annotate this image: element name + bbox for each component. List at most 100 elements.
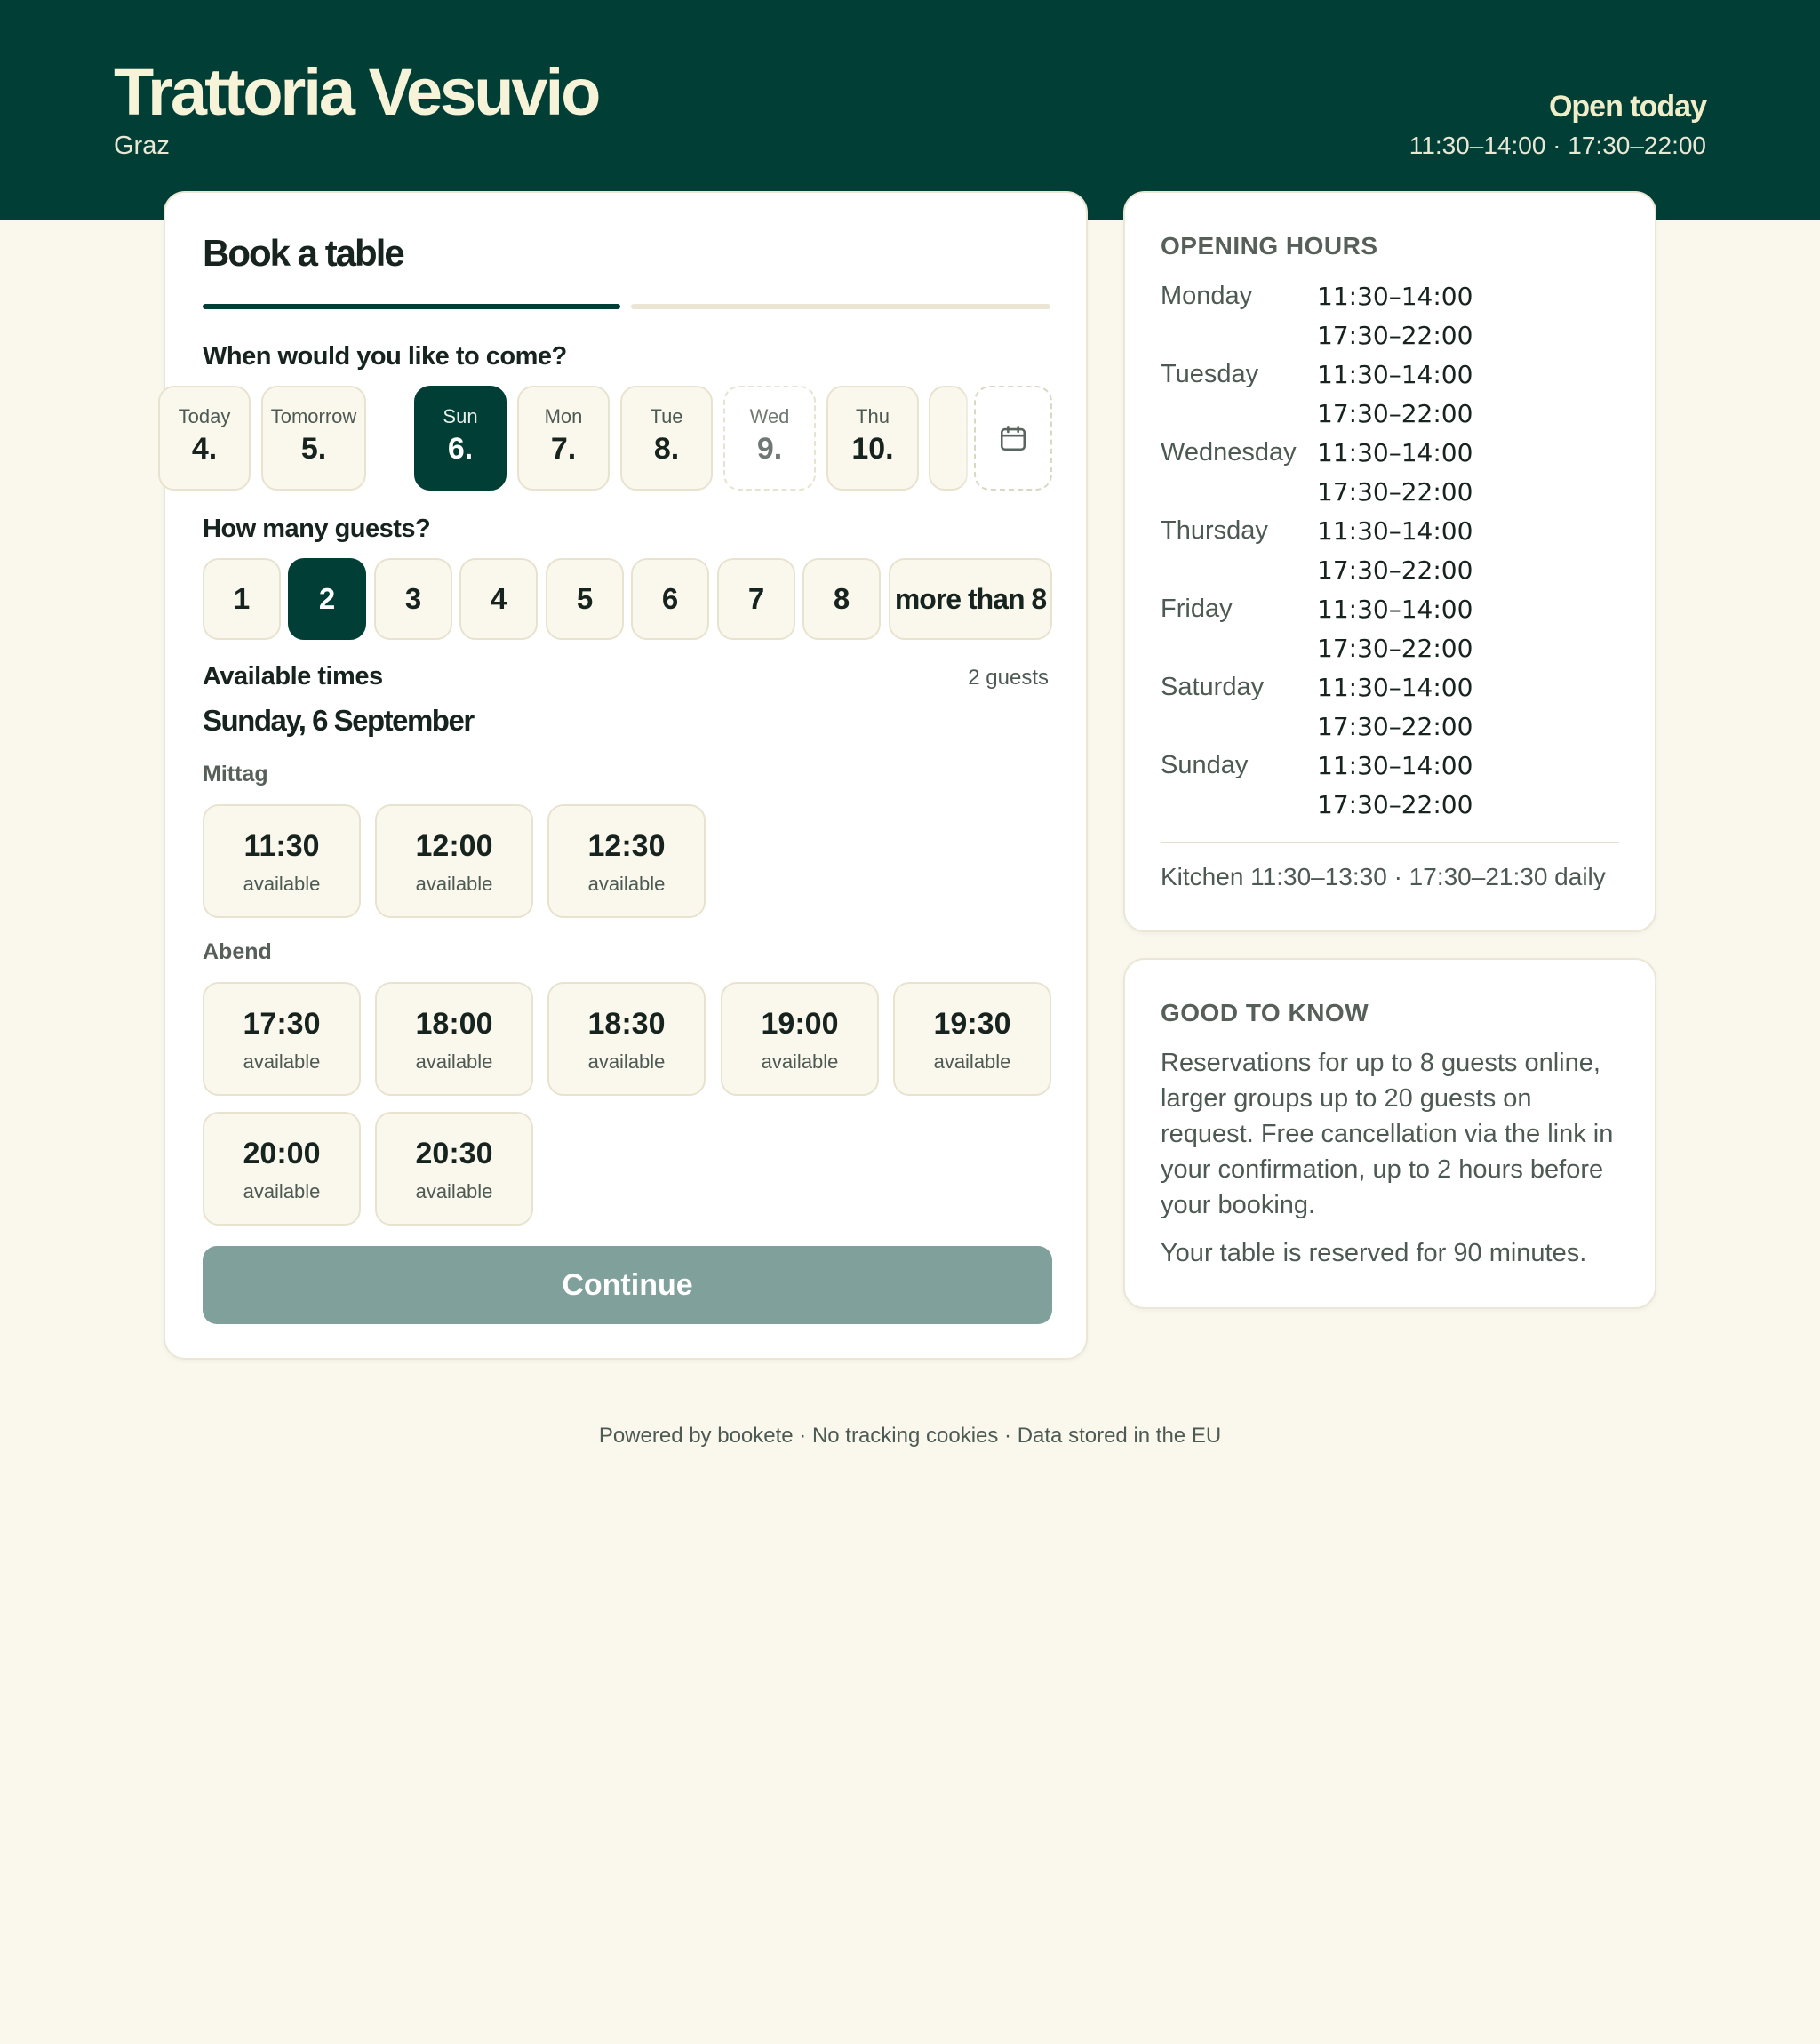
date-question: When would you like to come? (203, 342, 567, 371)
date-scroll-fade (963, 386, 974, 491)
calendar-icon (1000, 425, 1026, 451)
slot-time: 17:30 (243, 1007, 321, 1041)
period-label-abend: Abend (203, 939, 272, 964)
hours-lunch: 11:30–14:00 (1317, 516, 1473, 546)
slot-status: available (933, 1050, 1011, 1073)
date-chip-number: 10. (851, 432, 894, 466)
hours-day: Sunday (1161, 751, 1249, 779)
progress-step-1 (203, 304, 620, 309)
time-slot[interactable]: 19:30 available (893, 982, 1051, 1096)
reservation-duration-text: Your table is reserved for 90 minutes. (1161, 1239, 1587, 1267)
date-chip-day: Wed (749, 405, 790, 427)
date-chip-day: Sun (443, 405, 478, 427)
progress-step-2 (631, 304, 1050, 309)
hours-dinner: 17:30–22:00 (1317, 712, 1473, 741)
time-slot[interactable]: 19:00 available (721, 982, 879, 1096)
date-chip-day: Today (178, 405, 231, 427)
available-times-title: Available times (203, 662, 383, 691)
hours-row-friday: Friday 11:30–14:00 17:30–22:00 (1161, 595, 1623, 673)
hours-row-monday: Monday 11:30–14:00 17:30–22:00 (1161, 282, 1623, 360)
time-slot[interactable]: 20:00 available (203, 1112, 361, 1226)
hours-dinner: 17:30–22:00 (1317, 555, 1473, 585)
slot-time: 18:00 (415, 1007, 493, 1041)
good-to-know-heading: GOOD TO KNOW (1161, 999, 1369, 1026)
opening-hours-heading: OPENING HOURS (1161, 232, 1378, 259)
slot-status: available (761, 1050, 839, 1073)
hours-lunch: 11:30–14:00 (1317, 595, 1473, 624)
slot-time: 11:30 (243, 829, 320, 863)
guest-option-8[interactable]: 8 (802, 558, 881, 640)
kitchen-hours-note: Kitchen 11:30–13:30 · 17:30–21:30 daily (1161, 863, 1606, 890)
date-chip-day: Tomorrow (270, 405, 357, 427)
time-slot[interactable]: 12:00 available (375, 804, 533, 918)
time-slot[interactable]: 18:00 available (375, 982, 533, 1096)
guest-option-7[interactable]: 7 (717, 558, 795, 640)
site-header: Trattoria Vesuvio Graz Open today 11:30–… (0, 0, 1820, 220)
slot-status: available (243, 1050, 321, 1073)
guest-option-1[interactable]: 1 (203, 558, 281, 640)
time-slot[interactable]: 11:30 available (203, 804, 361, 918)
slot-time: 19:00 (761, 1007, 839, 1041)
opening-hours-card: OPENING HOURS Monday 11:30–14:00 17:30–2… (1123, 191, 1656, 932)
slot-status: available (243, 873, 321, 895)
hours-row-wednesday: Wednesday 11:30–14:00 17:30–22:00 (1161, 438, 1623, 516)
selected-date-heading: Sunday, 6 September (203, 704, 475, 737)
guest-option-4[interactable]: 4 (459, 558, 538, 640)
date-chip-day: Mon (544, 405, 583, 427)
hours-day: Thursday (1161, 516, 1268, 545)
continue-button[interactable]: Continue (203, 1246, 1052, 1324)
date-chip-number: 4. (191, 432, 218, 466)
date-chip-wed: Wed 9. (723, 386, 816, 491)
date-chip-tue[interactable]: Tue 8. (620, 386, 713, 491)
hours-dinner: 17:30–22:00 (1317, 634, 1473, 663)
restaurant-city: Graz (114, 132, 170, 160)
date-chip-fri[interactable]: F 1 (929, 386, 968, 491)
period-label-mittag: Mittag (203, 762, 268, 786)
guests-summary: 2 guests (968, 666, 1049, 690)
good-to-know-card: GOOD TO KNOW Reservations for up to 8 gu… (1123, 958, 1656, 1309)
calendar-button[interactable] (974, 386, 1052, 491)
guests-question: How many guests? (203, 515, 431, 543)
date-chip-number: 7. (550, 432, 577, 466)
slot-status: available (415, 1050, 493, 1073)
date-chip-number: 8. (653, 432, 680, 466)
reservation-policy-text: Reservations for up to 8 guests online, … (1161, 1049, 1614, 1219)
slot-status: available (415, 1180, 493, 1202)
date-chip-tomorrow[interactable]: Tomorrow 5. (261, 386, 366, 491)
guest-option-6[interactable]: 6 (631, 558, 709, 640)
restaurant-name: Trattoria Vesuvio (114, 55, 601, 129)
open-status: Open today (1548, 90, 1707, 124)
date-chip-thu[interactable]: Thu 10. (826, 386, 919, 491)
slot-status: available (587, 1050, 666, 1073)
slot-time: 12:30 (587, 829, 666, 863)
slot-time: 12:00 (415, 829, 493, 863)
date-chip-day: Tue (650, 405, 683, 427)
hours-dinner: 17:30–22:00 (1317, 399, 1473, 428)
date-chip-mon[interactable]: Mon 7. (517, 386, 610, 491)
time-slot[interactable]: 20:30 available (375, 1112, 533, 1226)
date-chip-day: Thu (856, 405, 890, 427)
hours-lunch: 11:30–14:00 (1317, 282, 1473, 311)
date-chip-number: 9. (756, 432, 783, 466)
time-slot[interactable]: 17:30 available (203, 982, 361, 1096)
hours-day: Tuesday (1161, 360, 1259, 388)
hours-dinner: 17:30–22:00 (1317, 790, 1473, 819)
guest-option-5[interactable]: 5 (546, 558, 624, 640)
slot-status: available (587, 873, 666, 895)
hours-day: Friday (1161, 595, 1233, 623)
hours-dinner: 17:30–22:00 (1317, 321, 1473, 350)
hours-row-sunday: Sunday 11:30–14:00 17:30–22:00 (1161, 751, 1623, 829)
hours-row-tuesday: Tuesday 11:30–14:00 17:30–22:00 (1161, 360, 1623, 438)
time-slot[interactable]: 12:30 available (547, 804, 706, 918)
date-chip-today[interactable]: Today 4. (158, 386, 251, 491)
slot-time: 19:30 (933, 1007, 1011, 1041)
hours-lunch: 11:30–14:00 (1317, 673, 1473, 702)
date-chip-number: 5. (300, 432, 327, 466)
guest-option-more[interactable]: more than 8 (889, 558, 1052, 640)
time-slot[interactable]: 18:30 available (547, 982, 706, 1096)
guest-option-3[interactable]: 3 (374, 558, 452, 640)
footer-text: Powered by bookete · No tracking cookies… (598, 1424, 1222, 1448)
guest-option-2[interactable]: 2 (288, 558, 366, 640)
slot-time: 18:30 (587, 1007, 666, 1041)
date-chip-sun[interactable]: Sun 6. (414, 386, 507, 491)
